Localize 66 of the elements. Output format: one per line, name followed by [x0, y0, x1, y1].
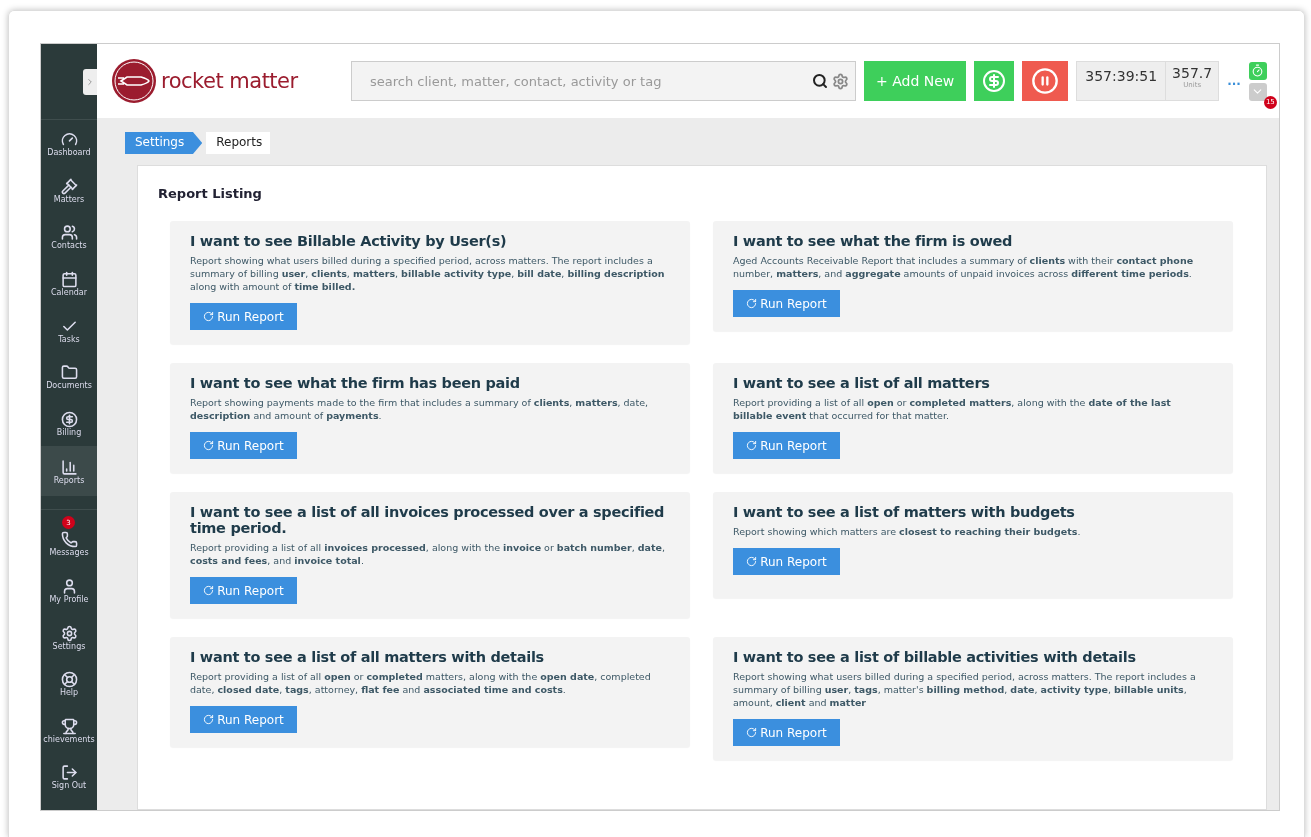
settings-icon — [60, 624, 78, 642]
refresh-icon — [203, 585, 215, 596]
dropdown-button[interactable] — [1248, 82, 1267, 101]
sidebar-item[interactable]: chievements — [41, 706, 97, 754]
gavel-icon — [60, 177, 78, 195]
timer-reading: 357:39:51 — [1077, 62, 1167, 100]
refresh-icon — [203, 440, 215, 451]
sidebar-item[interactable]: Sign Out — [41, 753, 97, 800]
report-description: Report showing what users billed during a specified period, across matters. The report includes a summary of billing user, tags, matter's billing method, date, activity type, billable units, amount, client and matter — [733, 670, 1197, 709]
sidebar-item[interactable]: Calendar — [41, 259, 97, 307]
sidebar-item[interactable]: Dashboard — [41, 120, 97, 167]
bar-chart-icon — [60, 459, 78, 477]
sidebar-item[interactable]: My Profile — [41, 566, 97, 614]
refresh-icon — [746, 727, 758, 738]
search-icon[interactable] — [812, 73, 828, 89]
panel-title: Report Listing — [158, 186, 263, 201]
phone-icon — [60, 531, 78, 549]
breadcrumb-link[interactable]: Reports — [206, 132, 271, 154]
sidebar-item[interactable]: Settings — [41, 613, 97, 660]
report-description: Report providing a list of all open or completed matters, along with the date of the last billable event that occurred for that matter. — [733, 396, 1172, 422]
sidebar-toggle[interactable] — [83, 68, 97, 95]
door-exit-icon — [60, 764, 78, 782]
sidebar-item[interactable]: Contacts — [41, 213, 97, 260]
report-description: Report showing what users billed during a specified period, across matters. The report includes a summary of billing user, clients, matters, billable activity type, bill date, billing description along with amount of time billed. — [190, 254, 666, 293]
refresh-icon — [203, 714, 215, 725]
billing-button[interactable] — [974, 61, 1015, 101]
sidebar-item[interactable]: Reports — [41, 446, 97, 497]
report-title: I want to see a list of all matters — [733, 375, 991, 391]
timer-button[interactable] — [1248, 61, 1267, 80]
dollar-icon — [60, 410, 78, 428]
trophy-icon — [60, 717, 78, 735]
sidebar-item[interactable]: Tasks — [41, 306, 97, 353]
sidebar-item[interactable]: Billing — [41, 399, 97, 447]
sidebar-item[interactable]: Matters — [41, 166, 97, 214]
report-title: I want to see what the firm is owed — [733, 233, 1014, 249]
report-description: Report showing which matters are closest to reaching their budgets. — [733, 525, 1082, 538]
report-title: I want to see a list of all invoices processed over a specified time period. — [190, 504, 666, 536]
report-description: Report showing payments made to the firm that includes a summary of clients, matters, date, description and amount of payments. — [190, 396, 650, 422]
report-title: I want to see a list of matters with budgets — [733, 504, 1076, 520]
lifebuoy-icon — [60, 671, 78, 689]
chevron-right-icon — [85, 76, 95, 87]
report-title: I want to see Billable Activity by User(s) — [190, 233, 508, 249]
report-description: Report providing a list of all invoices processed, along with the invoice or batch number, date, costs and fees, and invoice total. — [190, 541, 666, 567]
report-title: I want to see a list of all matters with details — [190, 649, 545, 665]
refresh-icon — [203, 311, 215, 322]
sidebar-item[interactable]: Help — [41, 659, 97, 707]
pause-button[interactable] — [1022, 61, 1069, 101]
refresh-icon — [746, 556, 758, 567]
sidebar-item[interactable]: Documents — [41, 352, 97, 400]
units-value: 357.7 — [1172, 65, 1213, 81]
rocket-logo-icon — [111, 58, 157, 104]
search-field[interactable]: search client, matter, contact, activity or tag — [368, 72, 808, 90]
refresh-icon — [746, 440, 758, 451]
folder-icon — [60, 364, 78, 382]
logo-text: rocket matter — [161, 69, 298, 93]
dollar-icon — [982, 69, 1007, 93]
people-icon — [60, 224, 78, 242]
report-title: I want to see what the firm has been paid — [190, 375, 521, 391]
stopwatch-icon — [1251, 64, 1265, 77]
report-description: Aged Accounts Receivable Report that includes a summary of clients with their contact phone number, matters, and aggregate amounts of unpaid invoices across different time periods. — [733, 254, 1195, 280]
report-description: Report providing a list of all open or completed matters, along with the open date, completed date, closed date, tags, attorney, flat fee and associated time and costs. — [190, 670, 652, 696]
report-title: I want to see a list of billable activities with details — [733, 649, 1137, 665]
refresh-icon — [746, 298, 758, 309]
search-bar[interactable]: search client, matter, contact, activity or tag — [351, 61, 856, 101]
pause-icon — [1031, 67, 1060, 95]
calendar-icon — [60, 271, 78, 289]
